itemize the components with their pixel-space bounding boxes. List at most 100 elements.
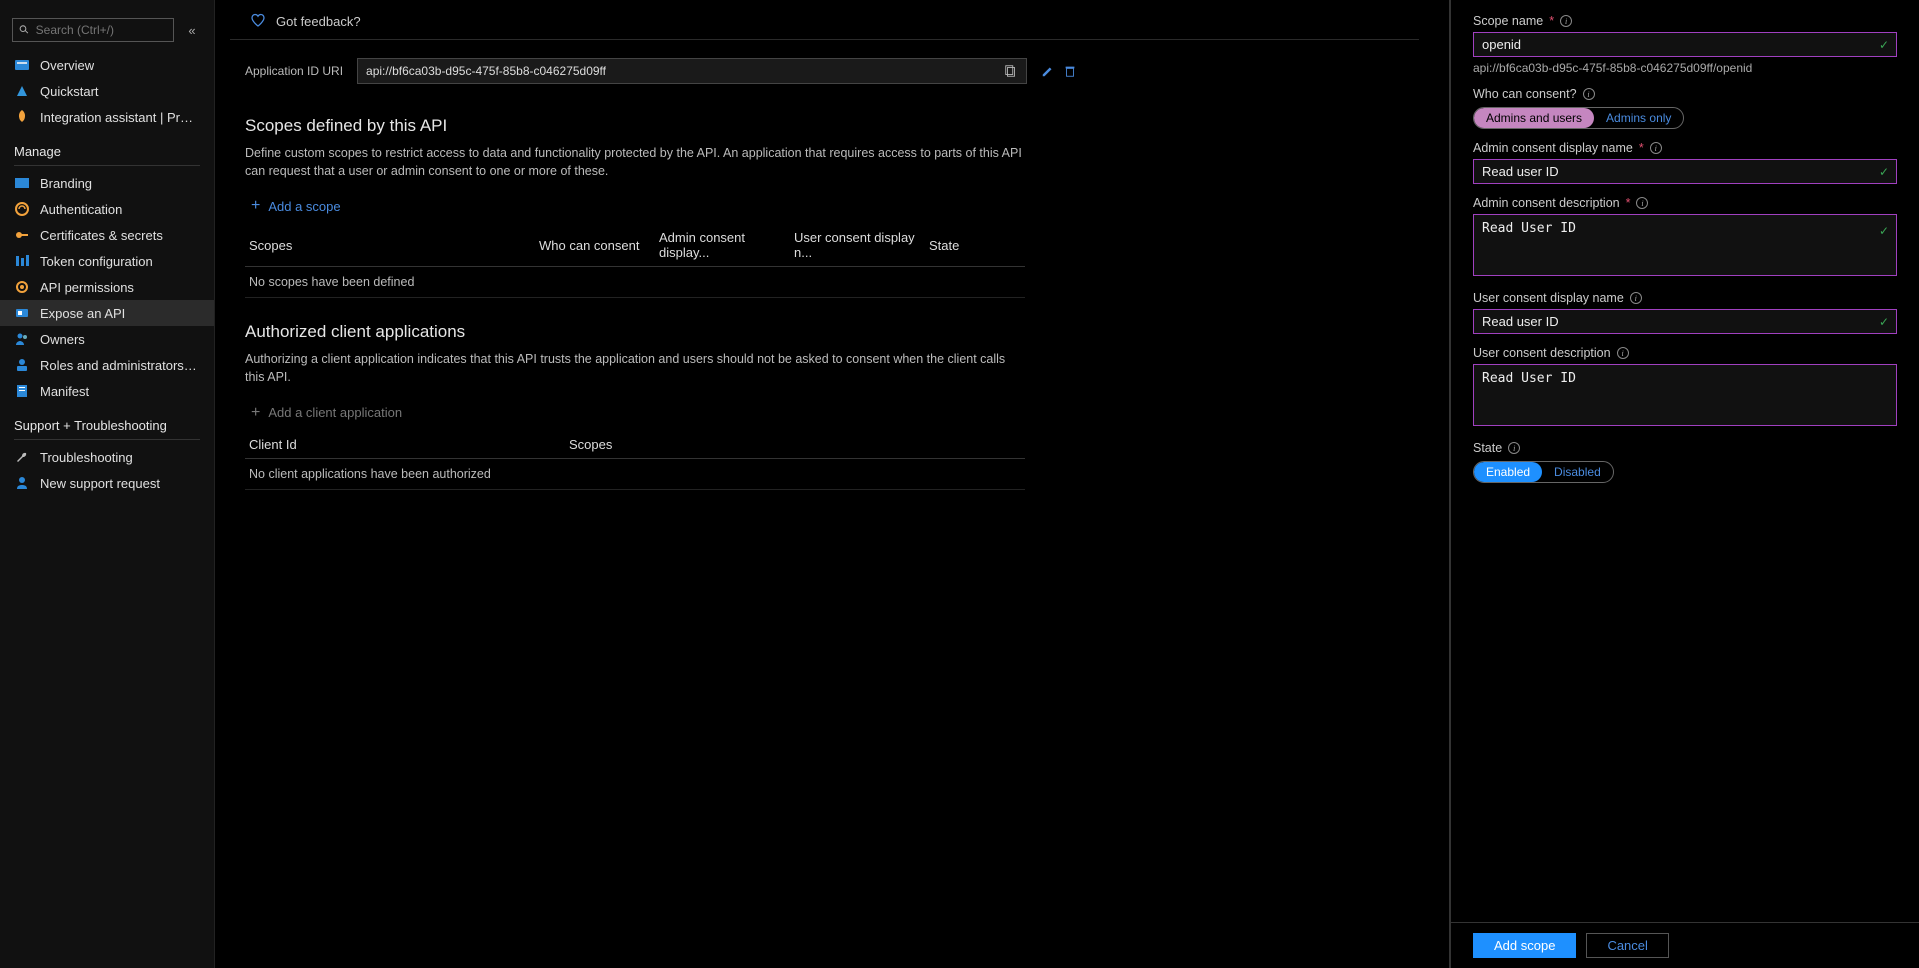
sidebar-item-label: Quickstart <box>40 84 99 99</box>
application-id-input[interactable] <box>366 64 1004 78</box>
sidebar-item-owners[interactable]: Owners <box>0 326 214 352</box>
col-client-id[interactable]: Client Id <box>245 431 565 459</box>
user-display-label: User consent display name i <box>1473 291 1897 305</box>
sidebar-item-integration-assistant[interactable]: Integration assistant | Preview <box>0 104 214 130</box>
col-client-scopes[interactable]: Scopes <box>565 431 1025 459</box>
state-disabled[interactable]: Disabled <box>1542 462 1613 482</box>
delete-icon[interactable] <box>1063 64 1077 78</box>
admin-desc-input[interactable] <box>1473 214 1897 276</box>
user-desc-input[interactable] <box>1473 364 1897 426</box>
consent-toggle: Admins and users Admins only <box>1473 107 1684 129</box>
sidebar-item-branding[interactable]: Branding <box>0 170 214 196</box>
admin-desc-label: Admin consent description* i <box>1473 196 1897 210</box>
check-icon: ✓ <box>1879 38 1889 52</box>
roles-icon <box>14 357 30 373</box>
info-icon[interactable]: i <box>1636 197 1648 209</box>
plus-icon: + <box>251 405 260 421</box>
feedback-link[interactable]: Got feedback? <box>276 14 361 29</box>
manifest-icon <box>14 383 30 399</box>
info-icon[interactable]: i <box>1617 347 1629 359</box>
expose-api-icon <box>14 305 30 321</box>
scope-name-label: Scope name* i <box>1473 14 1897 28</box>
add-client-button[interactable]: + Add a client application <box>245 387 1025 427</box>
consent-admins-only[interactable]: Admins only <box>1594 108 1683 128</box>
col-user-display[interactable]: User consent display n... <box>790 224 925 267</box>
sidebar-item-expose-api[interactable]: Expose an API <box>0 300 214 326</box>
wrench-icon <box>14 449 30 465</box>
user-display-input[interactable] <box>1473 309 1897 334</box>
admin-display-label: Admin consent display name* i <box>1473 141 1897 155</box>
sidebar-item-label: Certificates & secrets <box>40 228 163 243</box>
sidebar-item-troubleshooting[interactable]: Troubleshooting <box>0 444 214 470</box>
sidebar-item-authentication[interactable]: Authentication <box>0 196 214 222</box>
info-icon[interactable]: i <box>1560 15 1572 27</box>
check-icon: ✓ <box>1879 165 1889 179</box>
edit-icon[interactable] <box>1041 64 1055 78</box>
key-icon <box>14 227 30 243</box>
token-icon <box>14 253 30 269</box>
search-icon <box>19 24 30 36</box>
sidebar-item-roles-administrators[interactable]: Roles and administrators | Previ... <box>0 352 214 378</box>
main-content: Got feedback? Application ID URI Scopes … <box>215 0 1449 968</box>
sidebar-item-overview[interactable]: Overview <box>0 52 214 78</box>
user-desc-label: User consent description i <box>1473 346 1897 360</box>
col-admin-display[interactable]: Admin consent display... <box>655 224 790 267</box>
col-state[interactable]: State <box>925 224 1025 267</box>
copy-icon[interactable] <box>1004 64 1018 78</box>
chevron-double-left-icon: « <box>188 23 195 38</box>
scopes-description: Define custom scopes to restrict access … <box>245 144 1025 180</box>
consent-admins-users[interactable]: Admins and users <box>1474 108 1594 128</box>
info-icon[interactable]: i <box>1650 142 1662 154</box>
divider <box>14 165 200 166</box>
application-id-label: Application ID URI <box>245 64 343 78</box>
sidebar: « Overview Quickstart Integration assist… <box>0 0 215 968</box>
scope-name-input[interactable] <box>1473 32 1897 57</box>
state-label: State i <box>1473 441 1897 455</box>
scope-path: api://bf6ca03b-d95c-475f-85b8-c046275d09… <box>1473 61 1897 75</box>
scopes-title: Scopes defined by this API <box>245 116 1025 136</box>
sidebar-item-new-support-request[interactable]: New support request <box>0 470 214 496</box>
col-consent[interactable]: Who can consent <box>535 224 655 267</box>
search-input-wrap[interactable] <box>12 18 174 42</box>
sidebar-item-quickstart[interactable]: Quickstart <box>0 78 214 104</box>
scopes-empty: No scopes have been defined <box>245 267 1025 298</box>
quickstart-icon <box>14 83 30 99</box>
clients-section: Authorized client applications Authorizi… <box>215 298 1055 489</box>
add-scope-button[interactable]: + Add a scope <box>245 180 1025 220</box>
add-scope-panel: Scope name* i ✓ api://bf6ca03b-d95c-475f… <box>1449 0 1919 968</box>
sidebar-item-label: Branding <box>40 176 92 191</box>
cancel-button[interactable]: Cancel <box>1586 933 1668 958</box>
support-icon <box>14 475 30 491</box>
sidebar-item-label: API permissions <box>40 280 134 295</box>
collapse-sidebar-button[interactable]: « <box>182 20 202 40</box>
search-input[interactable] <box>36 23 167 37</box>
add-scope-label: Add a scope <box>268 199 340 214</box>
sidebar-item-label: Roles and administrators | Previ... <box>40 358 200 373</box>
info-icon[interactable]: i <box>1630 292 1642 304</box>
owners-icon <box>14 331 30 347</box>
plus-icon: + <box>251 198 260 214</box>
admin-display-input[interactable] <box>1473 159 1897 184</box>
clients-empty: No client applications have been authori… <box>245 458 1025 489</box>
state-enabled[interactable]: Enabled <box>1474 462 1542 482</box>
state-toggle: Enabled Disabled <box>1473 461 1614 483</box>
info-icon[interactable]: i <box>1583 88 1595 100</box>
add-scope-submit-button[interactable]: Add scope <box>1473 933 1576 958</box>
heart-icon <box>250 12 266 31</box>
add-client-label: Add a client application <box>268 405 402 420</box>
clients-description: Authorizing a client application indicat… <box>245 350 1025 386</box>
col-scopes[interactable]: Scopes <box>245 224 535 267</box>
panel-footer: Add scope Cancel <box>1451 922 1919 968</box>
sidebar-item-manifest[interactable]: Manifest <box>0 378 214 404</box>
sidebar-item-label: Authentication <box>40 202 122 217</box>
branding-icon <box>14 175 30 191</box>
clients-title: Authorized client applications <box>245 322 1025 342</box>
application-id-field[interactable] <box>357 58 1027 84</box>
sidebar-item-label: Owners <box>40 332 85 347</box>
info-icon[interactable]: i <box>1508 442 1520 454</box>
sidebar-item-token-configuration[interactable]: Token configuration <box>0 248 214 274</box>
sidebar-item-api-permissions[interactable]: API permissions <box>0 274 214 300</box>
sidebar-item-label: Troubleshooting <box>40 450 133 465</box>
sidebar-item-certificates-secrets[interactable]: Certificates & secrets <box>0 222 214 248</box>
sidebar-item-label: New support request <box>40 476 160 491</box>
